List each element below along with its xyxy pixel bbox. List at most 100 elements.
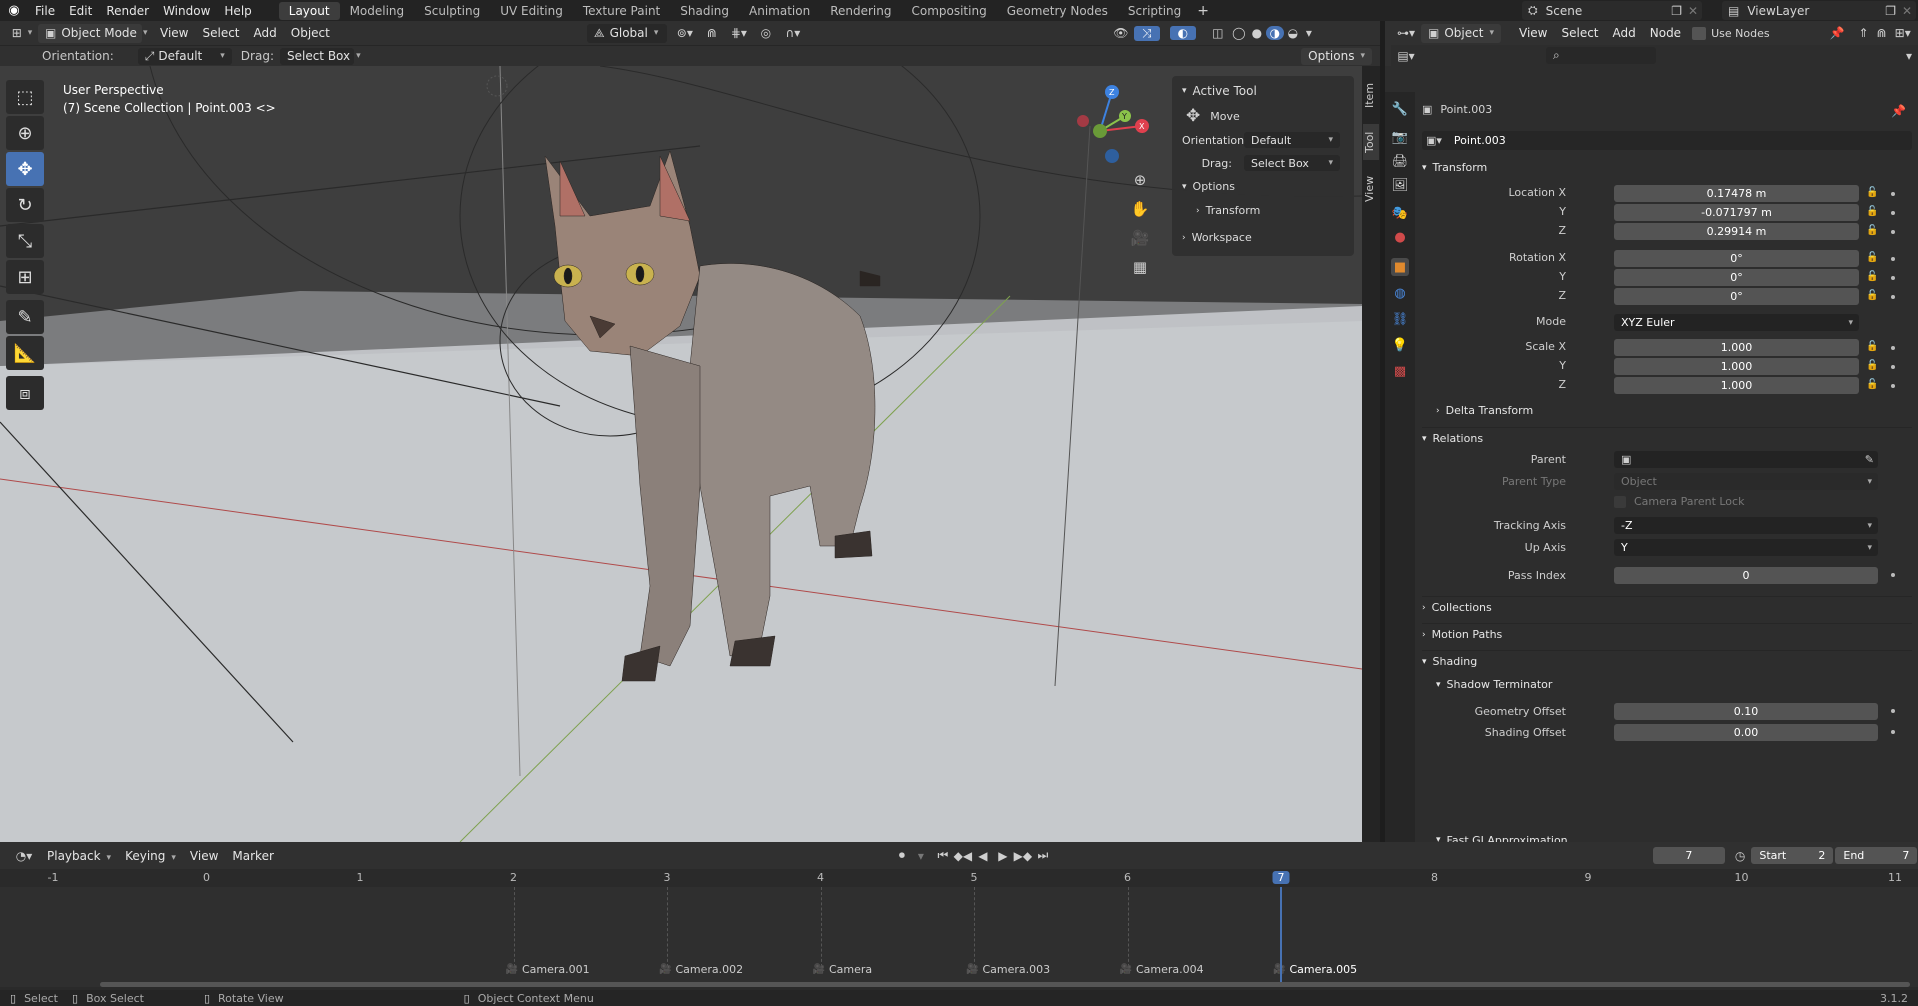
data-props-icon[interactable]: 💡 (1391, 336, 1409, 354)
scale-tool-icon[interactable]: ⤡ (6, 224, 44, 258)
transform-tool-icon[interactable]: ⊞ (6, 260, 44, 294)
shadow-terminator-subpanel[interactable]: ▾ Shadow Terminator (1436, 678, 1552, 691)
lock-location-x-icon[interactable]: 🔓 (1866, 187, 1878, 198)
pan-hand-icon[interactable]: ✋ (1128, 197, 1152, 221)
pin-icon[interactable]: 📌 (1830, 26, 1845, 40)
lock-scale-y-icon[interactable]: 🔓 (1866, 360, 1878, 371)
scale-y-field[interactable]: 1.000 (1614, 358, 1859, 375)
scene-selector[interactable]: ⛭ Scene ❐ ✕ (1522, 1, 1702, 20)
timeline-menu-marker[interactable]: Marker (225, 849, 280, 863)
camera-marker[interactable]: 🎥Camera.005 (1273, 963, 1357, 976)
use-nodes-checkbox[interactable] (1692, 26, 1707, 40)
camera-marker[interactable]: 🎥 Camera.001 (506, 963, 590, 976)
n-transform-subpanel[interactable]: › Transform (1196, 204, 1260, 217)
eyedropper-icon[interactable]: ✎ (1865, 453, 1874, 466)
move-tool-icon[interactable]: ✥ (6, 152, 44, 186)
camera-view-icon[interactable]: 🎥 (1128, 226, 1152, 250)
end-frame-field[interactable]: End 7 (1835, 847, 1918, 864)
wireframe-shading-icon[interactable]: ◯ (1230, 26, 1248, 40)
camera-parent-lock-row[interactable]: Camera Parent Lock (1614, 495, 1744, 508)
object-data-field[interactable]: ▣▾ Point.003 (1422, 131, 1912, 150)
camera-parent-lock-checkbox[interactable] (1614, 495, 1626, 508)
n-workspace-header[interactable]: › Workspace (1182, 231, 1252, 244)
start-frame-field[interactable]: Start 2 (1751, 847, 1834, 864)
parent-type-dropdown[interactable]: Object ▾ (1614, 473, 1878, 490)
rotation-y-field[interactable]: 0° (1614, 269, 1859, 286)
tool-props-icon[interactable]: 🔧 (1391, 100, 1409, 118)
node-menu-add[interactable]: Add (1606, 26, 1643, 40)
transform-panel-header[interactable]: ▾ Transform (1422, 161, 1487, 174)
lock-scale-z-icon[interactable]: 🔓 (1866, 379, 1878, 390)
rotate-tool-icon[interactable]: ↻ (6, 188, 44, 222)
tab-texture-paint[interactable]: Texture Paint (573, 2, 670, 20)
relations-panel-header[interactable]: ▾ Relations (1422, 427, 1912, 445)
play-icon[interactable]: ▶ (993, 849, 1013, 863)
camera-marker[interactable]: 🎥 Camera (813, 963, 873, 976)
record-options-icon[interactable]: ▾ (913, 849, 929, 863)
solid-shading-icon[interactable]: ● (1248, 26, 1266, 40)
xray-icon[interactable]: ◫ (1206, 26, 1230, 40)
tool-move[interactable]: ✥ Move (1186, 106, 1240, 126)
orientation-dropdown[interactable]: ⤢ Default ▾ (137, 47, 232, 65)
overlay-node-icon[interactable]: ⊞▾ (1895, 26, 1911, 40)
fast-gi-subpanel[interactable]: ▾ Fast GI Approximation (1436, 834, 1568, 842)
vp-menu-add[interactable]: Add (247, 26, 284, 40)
tab-item[interactable]: Item (1363, 78, 1379, 112)
world-props-icon[interactable]: ● (1391, 228, 1409, 246)
render-props-icon[interactable]: 📷 (1391, 128, 1409, 146)
snap-icon[interactable]: ⋒ (700, 26, 724, 40)
keyframe-scale-z-icon[interactable] (1891, 384, 1895, 388)
material-shading-icon[interactable]: ◑ (1265, 26, 1284, 40)
playhead[interactable] (1280, 887, 1282, 987)
ortho-grid-icon[interactable]: ▦ (1128, 255, 1152, 279)
blender-logo-icon[interactable]: ◉ (0, 3, 28, 18)
collections-panel-header[interactable]: › Collections (1422, 596, 1912, 614)
copy-icon[interactable]: ❐ (1671, 4, 1682, 18)
geometry-offset-field[interactable]: 0.10 (1614, 703, 1878, 720)
visibility-icon[interactable]: 👁 (1108, 26, 1134, 40)
rotation-x-field[interactable]: 0° (1614, 250, 1859, 267)
keyframe-rotation-x-icon[interactable] (1891, 257, 1895, 261)
shading-offset-field[interactable]: 0.00 (1614, 724, 1878, 741)
keyframe-shading-offset-icon[interactable] (1891, 730, 1895, 734)
lock-rotation-z-icon[interactable]: 🔓 (1866, 290, 1878, 301)
add-workspace-icon[interactable]: + (1197, 3, 1209, 19)
copy-layer-icon[interactable]: ❐ (1885, 4, 1896, 18)
keyframe-location-y-icon[interactable] (1891, 211, 1895, 215)
tab-modeling[interactable]: Modeling (340, 2, 415, 20)
measure-tool-icon[interactable]: 📐 (6, 336, 44, 370)
menu-help[interactable]: Help (217, 4, 258, 18)
lock-location-y-icon[interactable]: 🔓 (1866, 206, 1878, 217)
rendered-shading-icon[interactable]: ◒ (1284, 26, 1302, 40)
camera-marker[interactable]: 🎥 Camera.002 (659, 963, 743, 976)
tab-animation[interactable]: Animation (739, 2, 820, 20)
tracking-axis-dropdown[interactable]: -Z ▾ (1614, 517, 1878, 534)
tab-scripting[interactable]: Scripting (1118, 2, 1191, 20)
menu-file[interactable]: File (28, 4, 62, 18)
keyframe-scale-y-icon[interactable] (1891, 365, 1895, 369)
gizmo-toggle-icon[interactable]: ⤨ (1133, 25, 1160, 41)
scene-props-icon[interactable]: 🎭 (1391, 204, 1409, 222)
pivot-icon[interactable]: ⊚▾ (670, 26, 700, 40)
parent-node-icon[interactable]: ⇑ (1859, 26, 1869, 40)
close-layer-icon[interactable]: ✕ (1902, 4, 1912, 18)
editor-type-icon[interactable]: ⊞ ▾ (6, 26, 38, 40)
node-type-dropdown[interactable]: ▣ Object ▾ (1421, 23, 1501, 43)
location-z-field[interactable]: 0.29914 m (1614, 223, 1859, 240)
timeline-body[interactable]: 🎥 Camera.001 🎥 Camera.002 🎥 Camera 🎥 Camera.003… (0, 887, 1918, 987)
rotation-z-field[interactable]: 0° (1614, 288, 1859, 305)
n-options-header[interactable]: ▾ Options (1182, 180, 1235, 193)
tab-compositing[interactable]: Compositing (901, 2, 996, 20)
add-cube-tool-icon[interactable]: ⧈ (6, 376, 44, 410)
props-search-field[interactable]: ⌕ (1546, 47, 1656, 64)
props-editor-type-icon[interactable]: ▤▾ (1391, 49, 1421, 63)
modifier-props-icon[interactable]: ◍ (1391, 284, 1409, 302)
current-frame-field[interactable]: 7 (1652, 847, 1725, 864)
jump-start-icon[interactable]: ⏮ (933, 848, 953, 863)
scale-z-field[interactable]: 1.000 (1614, 377, 1859, 394)
tab-layout[interactable]: Layout (278, 1, 340, 20)
options-dropdown[interactable]: Options ▾ (1301, 47, 1372, 65)
up-axis-dropdown[interactable]: Y ▾ (1614, 539, 1878, 556)
play-reverse-icon[interactable]: ◀ (973, 849, 993, 863)
3d-viewport[interactable]: Z X Y User Perspective (7) Scene Collect… (0, 66, 1362, 842)
